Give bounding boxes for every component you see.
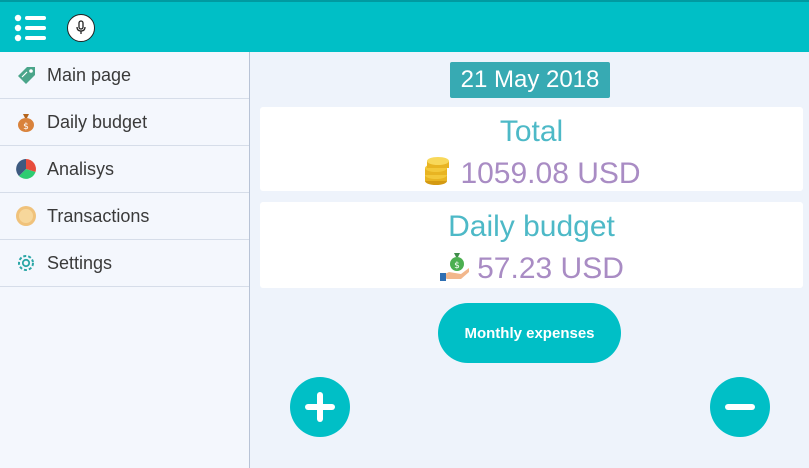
daily-budget-value-row: $ 57.23 USD [260,250,803,287]
sidebar-item-transactions[interactable]: Transactions [0,193,249,240]
svg-text:$: $ [23,122,29,132]
money-bag-icon: $ [15,111,37,133]
svg-text:$: $ [454,261,460,271]
total-title: Total [499,115,564,148]
sidebar-item-label: Analisys [47,158,115,179]
microphone-button[interactable] [67,14,95,42]
minus-icon [725,404,755,410]
sidebar-item-daily-budget[interactable]: $ Daily budget [0,99,249,146]
gear-icon [15,252,37,274]
total-card: Total 1059.08 USD [260,107,803,191]
microphone-icon [76,20,86,34]
main-content: 21 May 2018 Total 1059.08 USD Daily budg… [251,52,809,468]
date-badge: 21 May 2018 [450,62,610,98]
sidebar-item-label: Settings [47,252,113,273]
pie-chart-icon [15,158,37,180]
top-bar [0,0,809,52]
hand-money-bag-icon: $ [439,250,471,287]
tag-icon [15,64,37,86]
remove-button[interactable] [710,377,770,437]
sidebar-item-main-page[interactable]: Main page [0,52,249,99]
coin-stack-icon [422,155,454,192]
list-menu-icon[interactable] [14,14,48,42]
sidebar-item-label: Daily budget [47,111,148,132]
total-value: 1059.08 USD [460,156,641,190]
plus-icon [305,392,335,422]
total-value-row: 1059.08 USD [260,155,803,192]
sidebar-item-label: Transactions [47,205,150,226]
coin-icon [15,205,37,227]
add-button[interactable] [290,377,350,437]
sidebar-item-settings[interactable]: Settings [0,240,249,287]
sidebar-item-analisys[interactable]: Analisys [0,146,249,193]
sidebar-item-label: Main page [47,64,132,85]
monthly-expenses-button[interactable]: Monthly expenses [438,303,621,363]
sidebar: Main page $ Daily budget Analisys Transa… [0,52,250,468]
daily-budget-card: Daily budget $ 57.23 USD [260,202,803,288]
daily-budget-value: 57.23 USD [477,251,624,285]
daily-budget-title: Daily budget [448,210,615,243]
